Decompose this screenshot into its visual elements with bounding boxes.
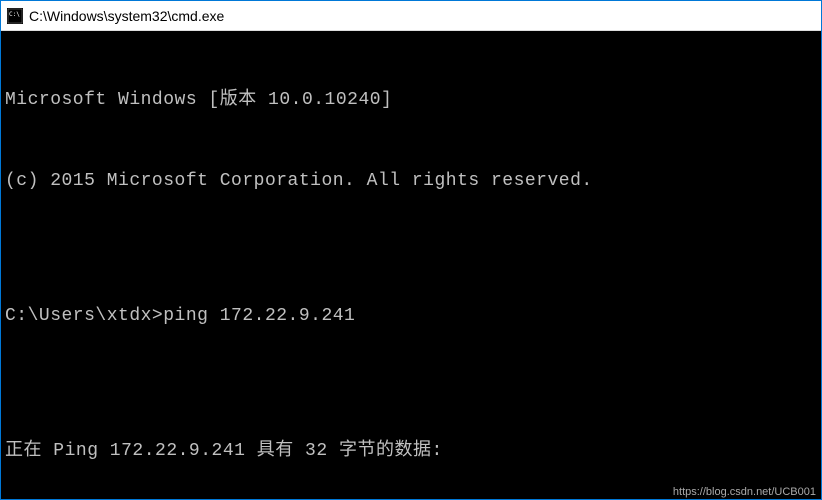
- terminal-line: Microsoft Windows [版本 10.0.10240]: [5, 87, 817, 114]
- titlebar[interactable]: C:\ C:\Windows\system32\cmd.exe: [1, 1, 821, 31]
- terminal-output[interactable]: Microsoft Windows [版本 10.0.10240] (c) 20…: [1, 31, 821, 499]
- window-title: C:\Windows\system32\cmd.exe: [29, 8, 224, 24]
- terminal-line: C:\Users\xtdx>ping 172.22.9.241: [5, 303, 817, 330]
- watermark: https://blog.csdn.net/UCB001: [673, 486, 816, 498]
- svg-text:C:\: C:\: [9, 11, 20, 18]
- cmd-icon: C:\: [7, 8, 23, 24]
- terminal-line: 正在 Ping 172.22.9.241 具有 32 字节的数据:: [5, 438, 817, 465]
- cmd-window: C:\ C:\Windows\system32\cmd.exe Microsof…: [0, 0, 822, 500]
- terminal-line: (c) 2015 Microsoft Corporation. All righ…: [5, 168, 817, 195]
